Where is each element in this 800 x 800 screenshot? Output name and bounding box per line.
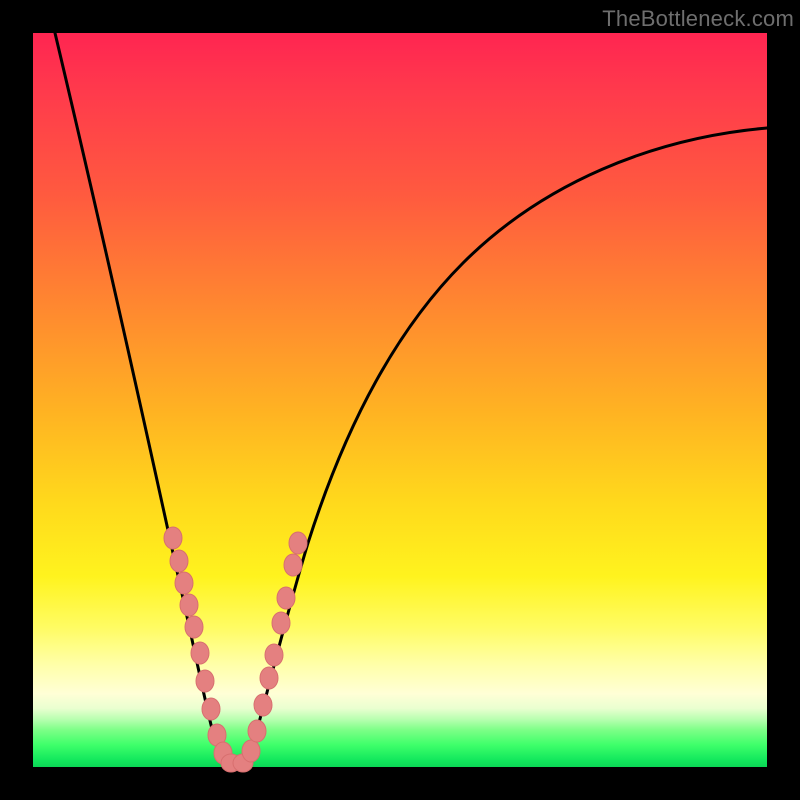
marker-group (164, 527, 307, 772)
watermark-text: TheBottleneck.com (602, 6, 794, 32)
chart-svg (33, 33, 767, 767)
chart-frame: TheBottleneck.com (0, 0, 800, 800)
curve-right-branch (247, 128, 767, 764)
